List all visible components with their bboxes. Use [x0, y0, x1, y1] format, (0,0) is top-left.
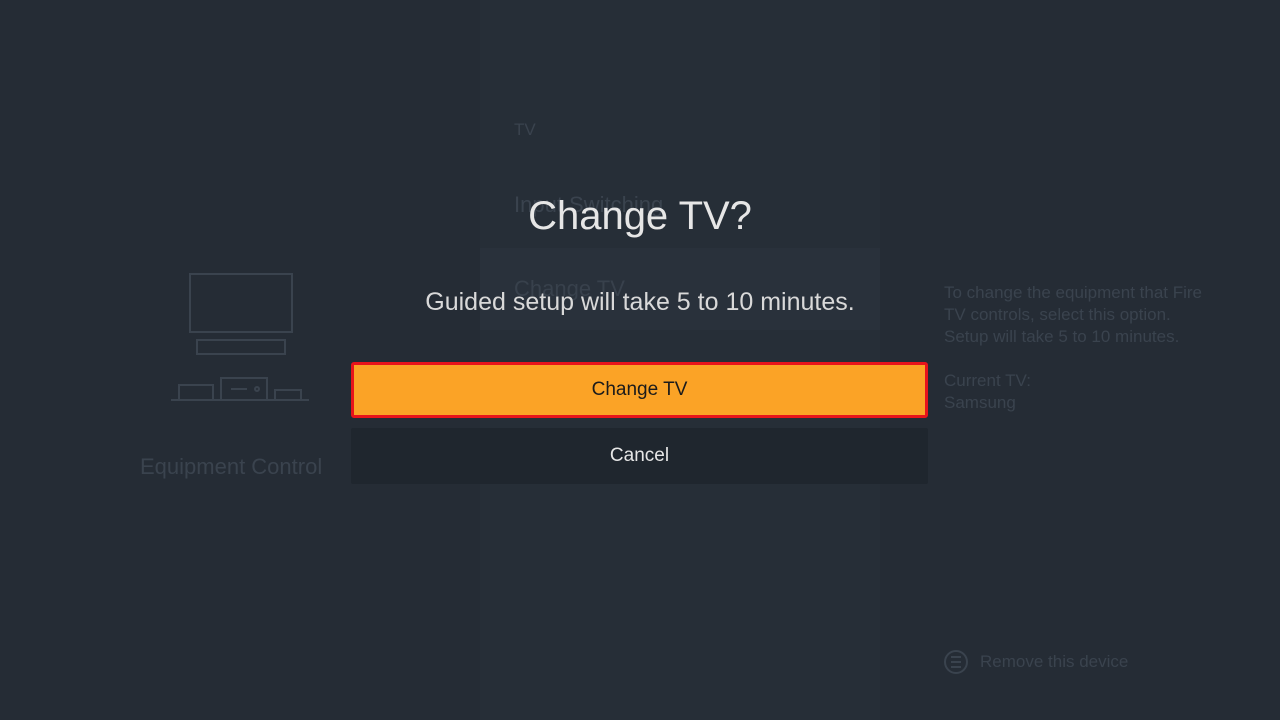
- menu-heading-tv: TV: [514, 120, 536, 139]
- current-tv-value: Samsung: [944, 393, 1016, 412]
- dialog-title: Change TV?: [528, 194, 752, 238]
- background-settings-page: Equipment Control TV Input Switching Cha…: [0, 0, 1280, 720]
- remove-device-label: Remove this device: [980, 652, 1129, 671]
- cancel-button[interactable]: Cancel: [351, 428, 928, 484]
- equipment-control-panel: Equipment Control: [110, 250, 370, 490]
- dialog-message: Guided setup will take 5 to 10 minutes.: [425, 288, 855, 316]
- settings-menu: TV Input Switching Change TV: [480, 0, 880, 720]
- remove-device-hint: Remove this device: [944, 648, 1128, 676]
- equipment-control-label: Equipment Control: [140, 454, 323, 479]
- change-tv-button[interactable]: Change TV: [351, 362, 928, 418]
- menu-icon: [944, 650, 968, 674]
- screen: Equipment Control TV Input Switching Cha…: [0, 0, 1280, 720]
- current-tv-label: Current TV:: [944, 371, 1031, 390]
